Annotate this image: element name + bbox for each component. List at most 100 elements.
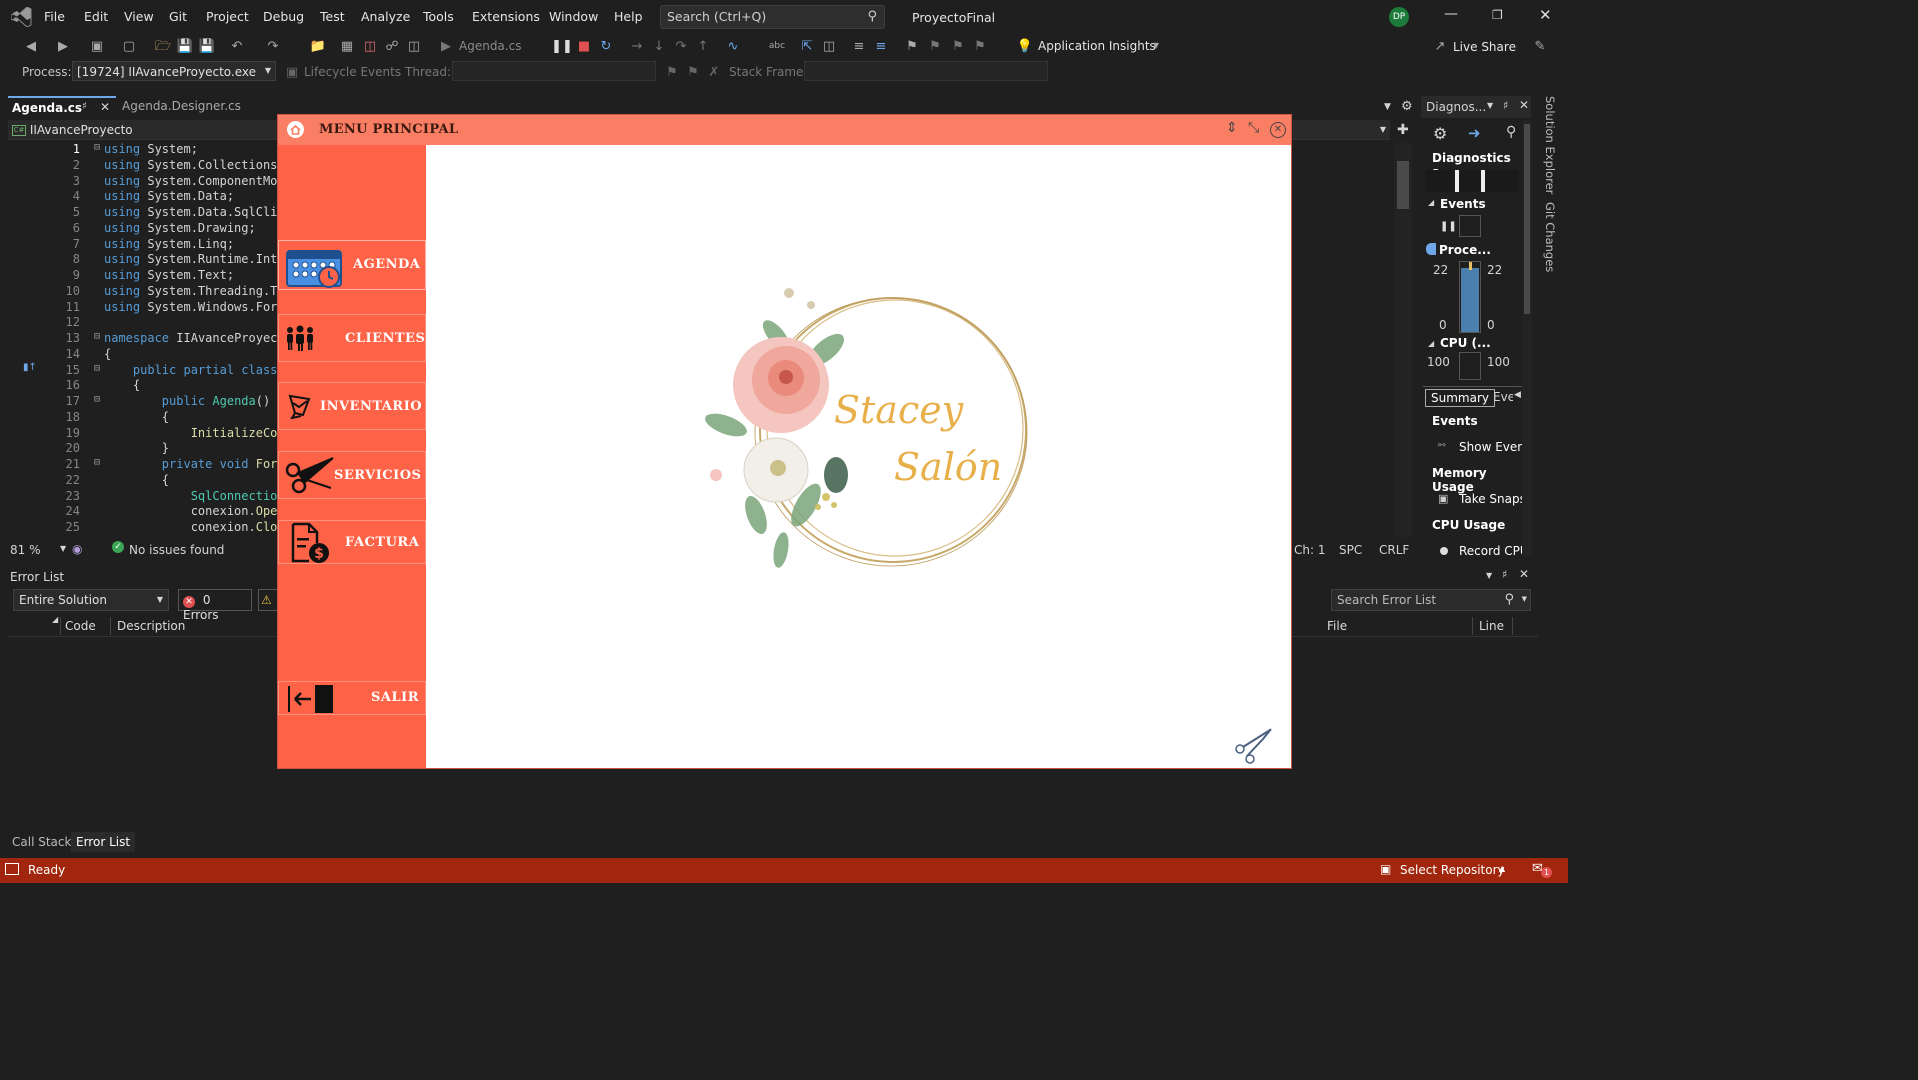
bookmark-icon[interactable]: ⚑ — [905, 39, 919, 53]
chevron-down-icon[interactable]: ▼ — [1486, 571, 1492, 580]
stop-icon[interactable]: ■ — [577, 39, 591, 53]
save-icon[interactable]: 💾 — [177, 39, 193, 53]
menu-view[interactable]: View — [124, 9, 154, 24]
warnings-filter-button[interactable]: ⚠ — [258, 589, 278, 611]
step-out-icon[interactable]: ↑ — [696, 39, 710, 53]
pause-icon[interactable]: ❚❚ — [1440, 221, 1457, 232]
toolbox-icon[interactable]: ▦ — [340, 39, 354, 53]
step-into-icon[interactable]: ↓ — [652, 39, 666, 53]
select-repository-button[interactable]: Select Repository — [1400, 863, 1505, 877]
pin-icon[interactable]: ♯ — [82, 101, 87, 112]
error-list-search[interactable]: Search Error List ⚲ ▼ — [1331, 589, 1531, 611]
tab-events[interactable]: Eve — [1493, 390, 1513, 404]
expand-triangle-icon[interactable]: ◢ — [1428, 339, 1434, 348]
menu-window[interactable]: Window — [549, 9, 598, 24]
menu-extensions[interactable]: Extensions — [472, 9, 540, 24]
navigate-forward-icon[interactable]: ▶ — [56, 39, 70, 53]
servicios-button[interactable]: SERVICIOS — [278, 451, 426, 499]
output-icon[interactable] — [5, 863, 19, 875]
side-tab-solution-explorer[interactable]: Solution Explorer — [1543, 96, 1559, 194]
uncomment-icon[interactable]: ≡ — [874, 39, 888, 53]
flag-all-icon[interactable]: ⚑ — [686, 65, 700, 79]
menu-help[interactable]: Help — [614, 9, 643, 24]
step-over-icon[interactable]: ↷ — [674, 39, 688, 53]
take-snapshot-link[interactable]: Take Snaps — [1459, 492, 1526, 506]
column-file[interactable]: File — [1327, 619, 1347, 633]
prev-bookmark-icon[interactable]: ⚑ — [928, 39, 942, 53]
zoom-level[interactable]: 81 % — [10, 543, 41, 557]
navigate-back-icon[interactable]: ◀ — [24, 39, 38, 53]
scope-dropdown[interactable]: Entire Solution ▼ — [13, 589, 169, 611]
factura-button[interactable]: $ FACTURA — [278, 520, 426, 564]
chevron-up-icon[interactable]: ▲ — [1499, 864, 1505, 873]
errors-filter-button[interactable]: ✕ 0 Errors — [178, 589, 252, 622]
salir-button[interactable]: SALIR — [278, 681, 426, 715]
show-events-link[interactable]: Show Even — [1459, 440, 1525, 454]
editor-scrollbar[interactable] — [1394, 143, 1412, 537]
comment-icon[interactable]: ≡ — [852, 39, 866, 53]
sort-icon[interactable]: ◢ — [52, 615, 58, 624]
menu-edit[interactable]: Edit — [84, 9, 108, 24]
column-code[interactable]: Code — [65, 619, 96, 633]
spell-check-icon[interactable]: abc — [769, 39, 785, 53]
next-bookmark-icon[interactable]: ⚑ — [951, 39, 965, 53]
tab-agenda-cs[interactable]: Agenda.cs ♯ ✕ — [8, 96, 116, 118]
agenda-button[interactable]: AGENDA — [278, 240, 426, 290]
undo-icon[interactable]: ↶ — [230, 39, 244, 53]
settings-gear-icon[interactable]: ⚙ — [1401, 99, 1413, 114]
flag-thread-icon[interactable]: ⚑ — [665, 65, 679, 79]
outline-collapse-icon[interactable]: ⊟ — [94, 394, 100, 410]
select-element-icon[interactable]: ⇱ — [800, 39, 814, 53]
tab-error-list[interactable]: Error List — [71, 832, 136, 852]
line-endings[interactable]: CRLF — [1379, 543, 1409, 557]
record-cpu-link[interactable]: Record CPU — [1459, 544, 1531, 558]
search-box[interactable]: Search (Ctrl+Q) ⚲ — [660, 5, 885, 29]
add-item-icon[interactable]: ▢ — [122, 39, 136, 53]
tab-list-dropdown-icon[interactable]: ▼ — [1384, 102, 1391, 112]
maximize-button[interactable]: ❐ — [1492, 8, 1503, 22]
run-target-label[interactable]: Agenda.cs — [459, 39, 521, 53]
whitespace-mode[interactable]: SPC — [1339, 543, 1362, 557]
side-tab-git-changes[interactable]: Git Changes — [1543, 202, 1559, 272]
clear-bookmarks-icon[interactable]: ⚑ — [973, 39, 987, 53]
editor-nav-dropdown[interactable]: ▼ — [1292, 120, 1390, 140]
chevron-down-icon[interactable]: ▼ — [1149, 39, 1163, 53]
user-avatar[interactable]: DP — [1389, 7, 1409, 27]
save-all-icon[interactable]: 💾 — [199, 39, 215, 53]
live-visual-tree-icon[interactable]: ◫ — [822, 39, 836, 53]
outline-collapse-icon[interactable]: ⊟ — [94, 142, 100, 158]
chevron-down-icon[interactable]: ▼ — [1487, 101, 1493, 110]
pin-icon[interactable]: ♯ — [1503, 99, 1508, 112]
diagnostics-scrollbar[interactable] — [1522, 120, 1532, 556]
close-tab-icon[interactable]: ✕ — [100, 100, 110, 114]
timeline-ruler[interactable] — [1425, 170, 1519, 192]
menu-debug[interactable]: Debug — [263, 9, 304, 24]
menu-analyze[interactable]: Analyze — [361, 9, 410, 24]
outline-collapse-icon[interactable]: ⊟ — [94, 363, 100, 379]
thread-dropdown[interactable] — [452, 61, 656, 81]
column-description[interactable]: Description — [117, 619, 185, 633]
filter-icon[interactable]: ✗ — [707, 65, 721, 79]
close-circle-icon[interactable]: ✕ — [1270, 122, 1286, 138]
start-debug-icon[interactable]: ▶ — [439, 39, 453, 53]
maximize-icon[interactable]: ⤡ — [1248, 120, 1259, 136]
split-editor-icon[interactable]: ✚ — [1397, 122, 1409, 138]
close-window-button[interactable]: ✕ — [1539, 6, 1552, 24]
chevron-down-icon[interactable]: ▼ — [60, 544, 66, 553]
menu-git[interactable]: Git — [169, 9, 187, 24]
tab-scroll-left-icon[interactable]: ◀ — [1514, 390, 1521, 400]
clientes-button[interactable]: CLIENTES — [278, 314, 426, 362]
close-panel-icon[interactable]: ✕ — [1519, 98, 1529, 112]
inventario-button[interactable]: INVENTARIO — [278, 382, 426, 430]
tab-call-stack[interactable]: Call Stack — [12, 835, 71, 849]
minimize-button[interactable]: — — [1444, 6, 1458, 22]
brush-icon[interactable]: ◉ — [72, 542, 82, 556]
expand-triangle-icon[interactable]: ◢ — [1428, 198, 1434, 207]
tab-agenda-designer-cs[interactable]: Agenda.Designer.cs — [118, 96, 268, 118]
restart-icon[interactable]: ↻ — [599, 39, 613, 53]
zoom-in-icon[interactable]: ⚲ — [1506, 124, 1516, 140]
outline-collapse-icon[interactable]: ⊟ — [94, 457, 100, 473]
outline-collapse-icon[interactable]: ⊟ — [94, 331, 100, 347]
menu-file[interactable]: File — [44, 9, 65, 24]
show-next-statement-icon[interactable]: → — [630, 39, 644, 53]
